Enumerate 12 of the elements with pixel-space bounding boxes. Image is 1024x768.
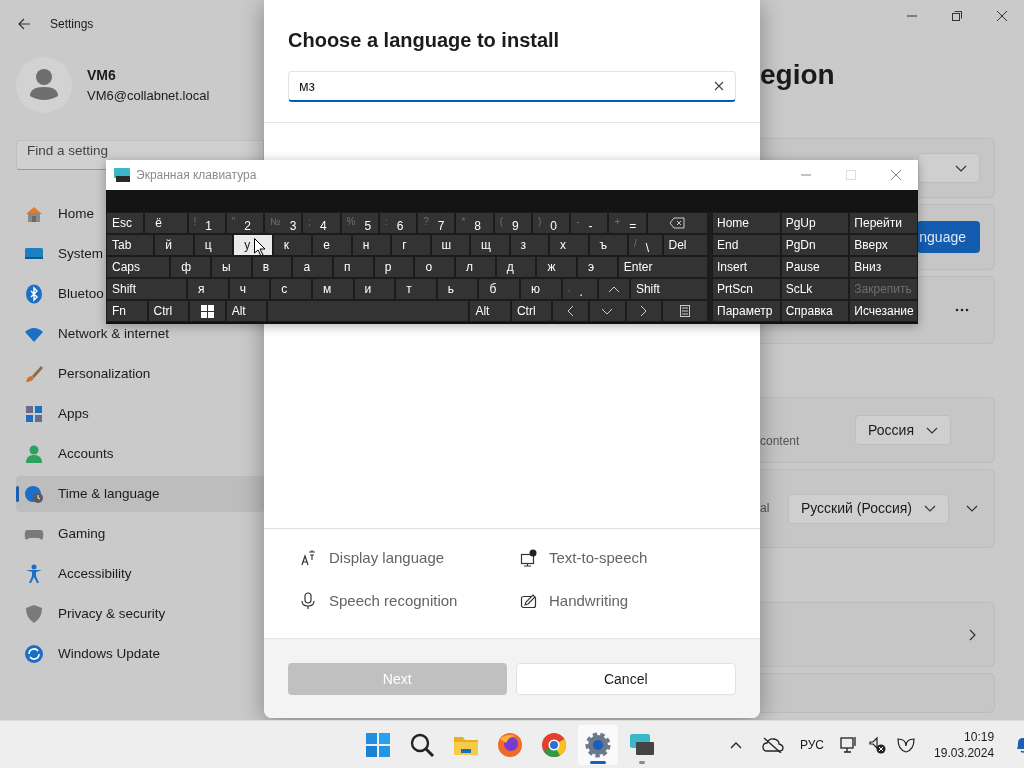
setting-label: al [760, 500, 770, 517]
user-email: VM6@collabnet.local [87, 86, 210, 105]
window-title: Settings [50, 16, 94, 33]
feature-label: Handwriting [549, 590, 629, 611]
page-title: egion [760, 58, 836, 92]
setting-label: content [760, 433, 800, 450]
window-title: Экранная клавиатура [136, 167, 257, 184]
user-name: VM6 [87, 65, 117, 85]
feature-label: Text-to-speech [549, 548, 648, 568]
feature-label: Speech recognition [329, 590, 458, 611]
dialog-title: Choose a language to install [288, 28, 561, 52]
feature-label: Display language [329, 548, 445, 568]
